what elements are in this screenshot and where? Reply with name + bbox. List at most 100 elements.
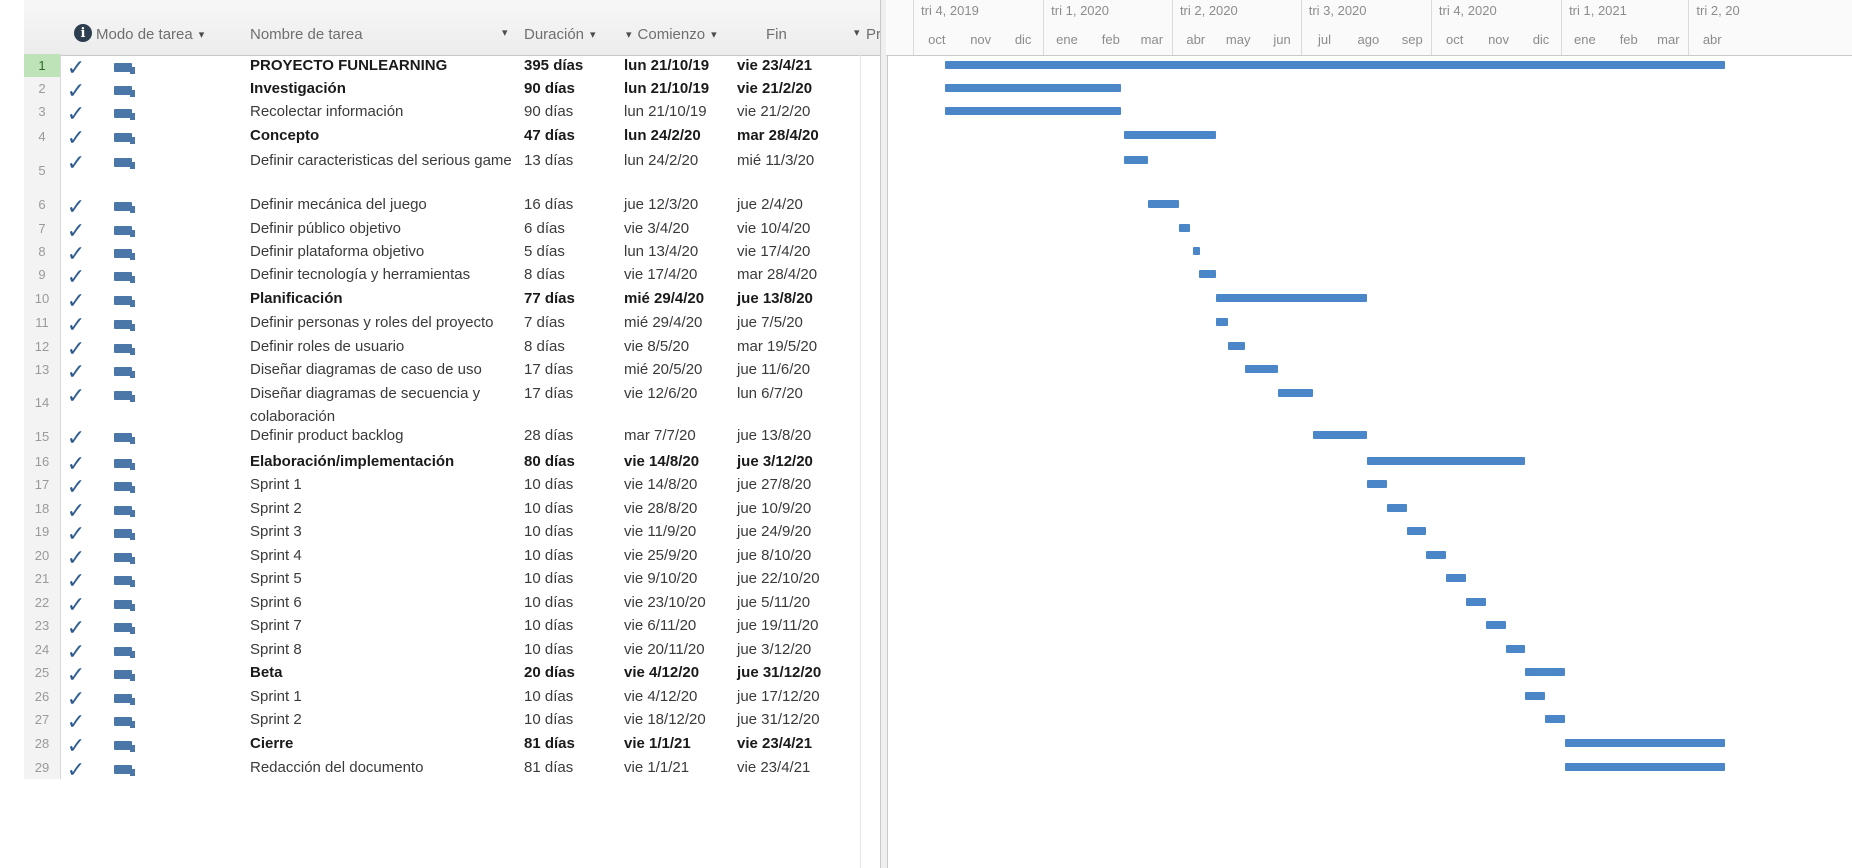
- task-duration[interactable]: 20 días: [524, 664, 610, 681]
- task-duration[interactable]: 10 días: [524, 500, 610, 517]
- task-end[interactable]: jue 10/9/20: [737, 500, 857, 517]
- task-end[interactable]: jue 8/10/20: [737, 547, 857, 564]
- task-start[interactable]: mié 29/4/20: [624, 290, 734, 307]
- gantt-bar[interactable]: [1525, 692, 1546, 700]
- col-header-start[interactable]: ▾ Comienzo ▾: [626, 26, 717, 43]
- task-duration[interactable]: 10 días: [524, 594, 610, 611]
- task-end[interactable]: mar 28/4/20: [737, 127, 857, 144]
- task-end[interactable]: jue 17/12/20: [737, 688, 857, 705]
- task-duration[interactable]: 90 días: [524, 103, 610, 120]
- task-duration[interactable]: 8 días: [524, 266, 610, 283]
- task-end[interactable]: jue 13/8/20: [737, 290, 857, 307]
- row-number[interactable]: 28: [24, 732, 61, 756]
- row-number[interactable]: 26: [24, 685, 61, 708]
- task-name[interactable]: Sprint 3: [250, 520, 542, 543]
- gantt-bar[interactable]: [1426, 551, 1447, 559]
- task-name[interactable]: Redacción del documento: [250, 756, 542, 779]
- gantt-bar[interactable]: [1446, 574, 1466, 582]
- row-number[interactable]: 19: [24, 520, 61, 544]
- task-end[interactable]: jue 7/5/20: [737, 314, 857, 331]
- row-number[interactable]: 16: [24, 450, 61, 473]
- gantt-bar[interactable]: [945, 107, 1121, 115]
- row-number[interactable]: 18: [24, 497, 61, 520]
- gantt-bar[interactable]: [1178, 224, 1191, 232]
- task-duration[interactable]: 13 días: [524, 152, 610, 169]
- gantt-bar[interactable]: [945, 61, 1725, 69]
- task-row[interactable]: 21 ✓ Sprint 5 10 días vie 9/10/20 jue 22/10/2…: [24, 567, 880, 592]
- gantt-bar[interactable]: [1277, 389, 1314, 397]
- task-row[interactable]: 16 ✓ Elaboración/implementación 80 días vie …: [24, 450, 880, 475]
- row-number[interactable]: 7: [24, 217, 61, 240]
- gantt-bar[interactable]: [1406, 527, 1427, 535]
- task-end[interactable]: lun 6/7/20: [737, 385, 857, 402]
- gantt-bar[interactable]: [1123, 131, 1216, 139]
- task-name[interactable]: Definir público objetivo: [250, 217, 542, 240]
- gantt-bar[interactable]: [1386, 504, 1407, 512]
- row-number[interactable]: 15: [24, 424, 61, 450]
- row-number[interactable]: 22: [24, 591, 61, 614]
- task-start[interactable]: lun 21/10/19: [624, 57, 734, 74]
- task-duration[interactable]: 10 días: [524, 523, 610, 540]
- task-start[interactable]: vie 28/8/20: [624, 500, 734, 517]
- dropdown-arrow-icon[interactable]: ▾: [590, 28, 596, 41]
- task-start[interactable]: vie 18/12/20: [624, 711, 734, 728]
- task-duration[interactable]: 17 días: [524, 361, 610, 378]
- task-name[interactable]: Cierre: [250, 732, 542, 755]
- gantt-bar[interactable]: [1505, 645, 1526, 653]
- task-end[interactable]: vie 23/4/21: [737, 759, 857, 776]
- task-start[interactable]: vie 1/1/21: [624, 759, 734, 776]
- row-number[interactable]: 3: [24, 100, 61, 124]
- task-end[interactable]: vie 17/4/20: [737, 243, 857, 260]
- row-number[interactable]: 20: [24, 544, 61, 567]
- dropdown-arrow-icon[interactable]: ▾: [199, 28, 205, 41]
- task-name[interactable]: Planificación: [250, 287, 542, 310]
- task-name[interactable]: Beta: [250, 661, 542, 684]
- task-name[interactable]: Diseñar diagramas de secuencia y colabor…: [250, 382, 542, 428]
- task-name[interactable]: Definir roles de usuario: [250, 335, 542, 358]
- dropdown-arrow-icon[interactable]: ▾: [502, 26, 508, 39]
- gantt-bar[interactable]: [1525, 668, 1566, 676]
- task-row[interactable]: 2 ✓ Investigación 90 días lun 21/10/19 vie 21…: [24, 77, 880, 102]
- gantt-bar[interactable]: [1215, 294, 1367, 302]
- task-duration[interactable]: 77 días: [524, 290, 610, 307]
- gantt-bar[interactable]: [945, 84, 1121, 92]
- task-start[interactable]: vie 9/10/20: [624, 570, 734, 587]
- task-end[interactable]: jue 31/12/20: [737, 664, 857, 681]
- task-start[interactable]: lun 21/10/19: [624, 80, 734, 97]
- row-number[interactable]: 9: [24, 263, 61, 287]
- task-end[interactable]: vie 10/4/20: [737, 220, 857, 237]
- task-row[interactable]: 5 ✓ Definir caracteristicas del serious ga…: [24, 149, 880, 193]
- gantt-bar[interactable]: [1545, 715, 1566, 723]
- task-row[interactable]: 14 ✓ Diseñar diagramas de secuencia y cola…: [24, 382, 880, 425]
- task-row[interactable]: 25 ✓ Beta 20 días vie 4/12/20 jue 31/12/20: [24, 661, 880, 686]
- task-row[interactable]: 15 ✓ Definir product backlog 28 días mar 7/7…: [24, 424, 880, 450]
- task-start[interactable]: vie 23/10/20: [624, 594, 734, 611]
- task-start[interactable]: jue 12/3/20: [624, 196, 734, 213]
- task-name[interactable]: Sprint 1: [250, 473, 542, 496]
- task-row[interactable]: 10 ✓ Planificación 77 días mié 29/4/20 jue 13…: [24, 287, 880, 312]
- col-header-name[interactable]: Nombre de tarea: [250, 26, 363, 43]
- task-end[interactable]: jue 19/11/20: [737, 617, 857, 634]
- task-row[interactable]: 27 ✓ Sprint 2 10 días vie 18/12/20 jue 31/12/…: [24, 708, 880, 733]
- task-row[interactable]: 22 ✓ Sprint 6 10 días vie 23/10/20 jue 5/11/2…: [24, 591, 880, 616]
- row-number[interactable]: 2: [24, 77, 61, 100]
- row-number[interactable]: 29: [24, 756, 61, 779]
- task-duration[interactable]: 10 días: [524, 688, 610, 705]
- task-row[interactable]: 7 ✓ Definir público objetivo 6 días vie 3/4/…: [24, 217, 880, 242]
- gantt-bar[interactable]: [1466, 598, 1486, 606]
- task-start[interactable]: vie 17/4/20: [624, 266, 734, 283]
- task-start[interactable]: vie 14/8/20: [624, 476, 734, 493]
- task-start[interactable]: lun 24/2/20: [624, 152, 734, 169]
- row-number[interactable]: 14: [24, 382, 61, 424]
- task-duration[interactable]: 8 días: [524, 338, 610, 355]
- task-end[interactable]: vie 21/2/20: [737, 103, 857, 120]
- task-row[interactable]: 8 ✓ Definir plataforma objetivo 5 días lun 1…: [24, 240, 880, 265]
- row-number[interactable]: 24: [24, 638, 61, 661]
- gantt-bar[interactable]: [1192, 247, 1200, 255]
- task-name[interactable]: Sprint 2: [250, 497, 542, 520]
- task-duration[interactable]: 90 días: [524, 80, 610, 97]
- task-start[interactable]: vie 11/9/20: [624, 523, 734, 540]
- task-row[interactable]: 4 ✓ Concepto 47 días lun 24/2/20 mar 28/4/20: [24, 124, 880, 149]
- task-end[interactable]: jue 27/8/20: [737, 476, 857, 493]
- task-name[interactable]: Sprint 5: [250, 567, 542, 590]
